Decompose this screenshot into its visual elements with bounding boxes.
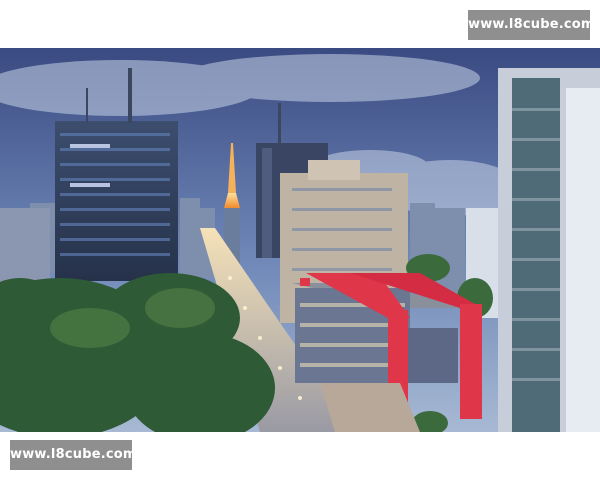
watermark-bottom: www.l8cube.com — [10, 440, 136, 470]
city-photo — [0, 48, 600, 432]
city-scene-svg — [0, 48, 600, 432]
right-glass-tower — [498, 68, 600, 432]
page: www.l8cube.com www.l8cube.com — [0, 0, 600, 480]
watermark-top: www.l8cube.com — [468, 10, 594, 40]
